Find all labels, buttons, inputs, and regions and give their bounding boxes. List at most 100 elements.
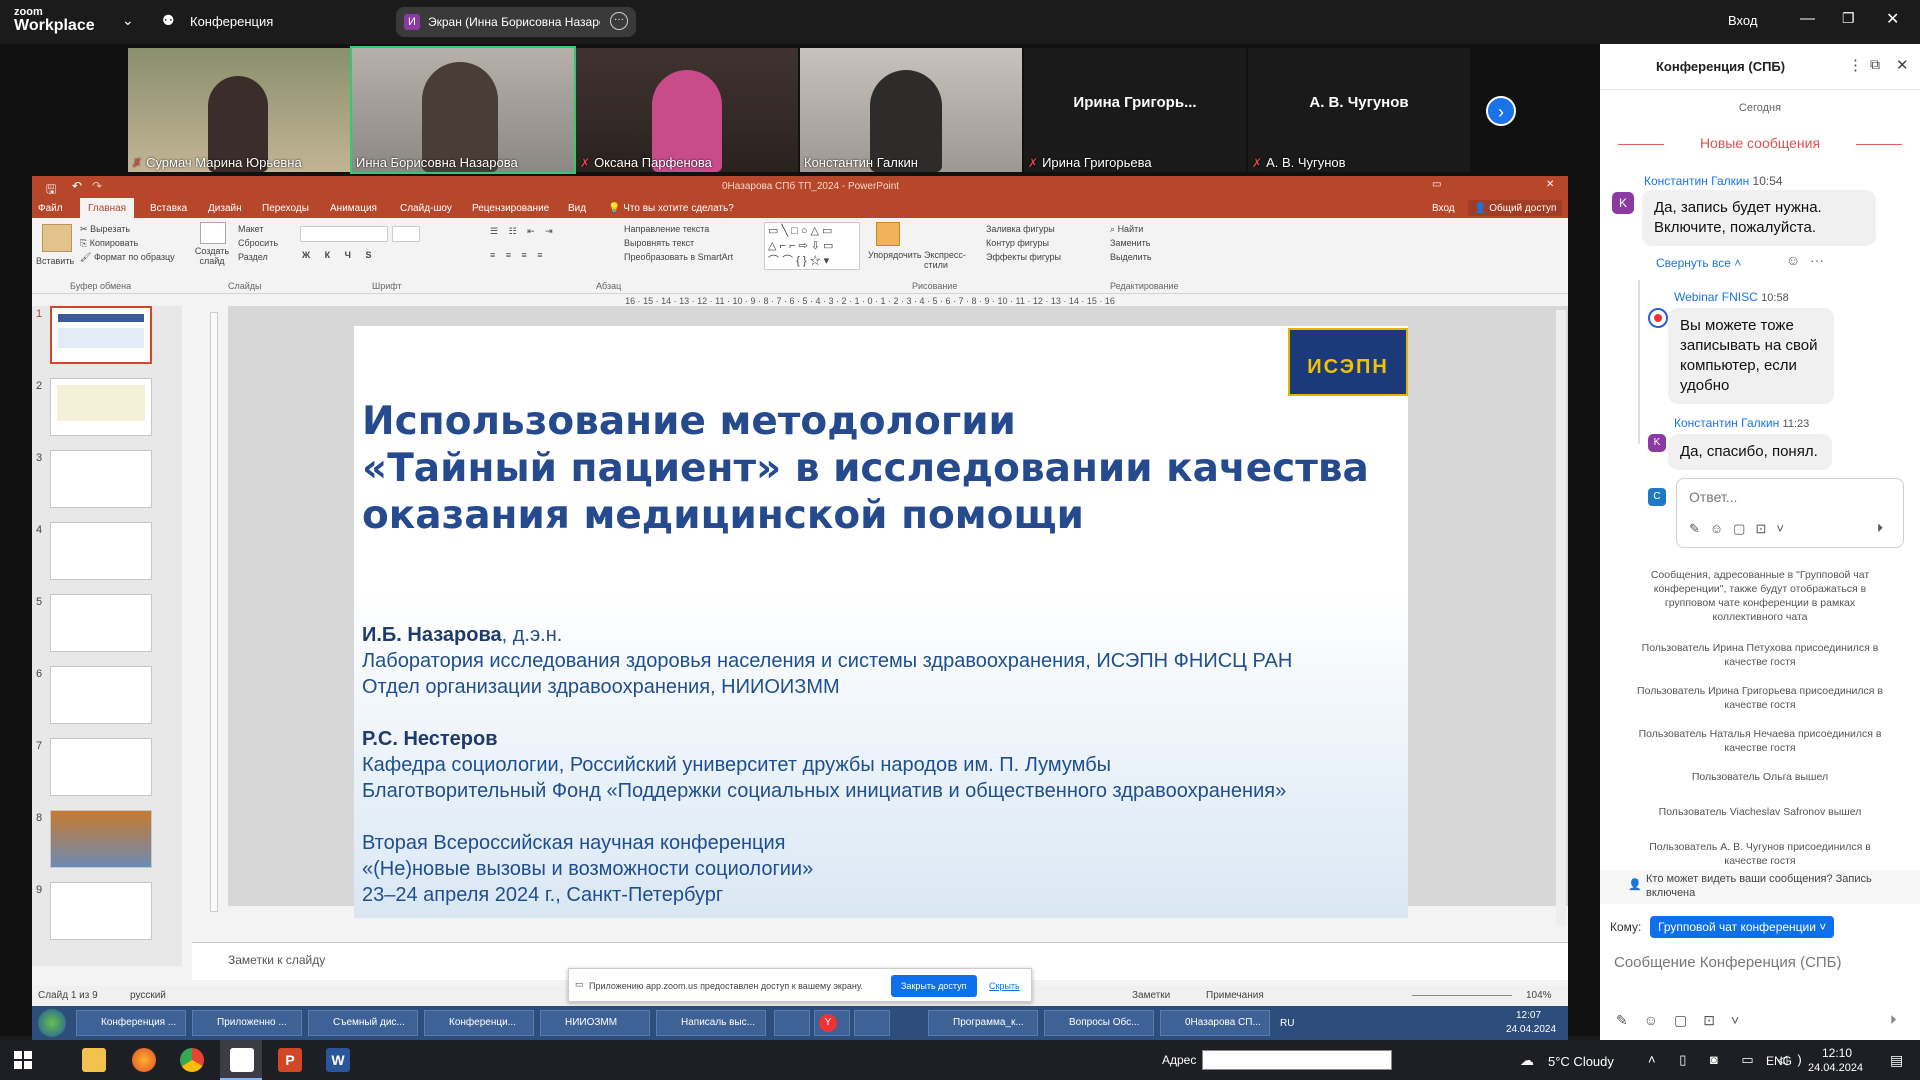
stop-sharing-button[interactable]: Закрыть доступ — [891, 975, 977, 997]
chat-message[interactable]: Да, запись будет нужна. Включите, пожалу… — [1642, 190, 1876, 246]
tray-language[interactable]: ENG — [1766, 1054, 1792, 1068]
taskbar-item[interactable]: НИИОЗММ — [540, 1010, 650, 1036]
menu-file[interactable]: Файл — [38, 203, 63, 214]
who-can-see-bar[interactable]: 👤 Кто может видеть ваши сообщения? Запис… — [1600, 870, 1920, 904]
chat-message[interactable]: Вы можете тоже записывать на свой компью… — [1668, 308, 1834, 404]
notifications-icon[interactable]: ▤ — [1890, 1052, 1903, 1069]
cut-button[interactable]: ✂ Вырезать — [80, 224, 130, 235]
share-indicator[interactable]: И Экран (Инна Борисовна Назаро ··· — [396, 7, 636, 37]
shape-outline-button[interactable]: Контур фигуры — [986, 238, 1049, 248]
address-input[interactable] — [1202, 1050, 1392, 1070]
close-icon[interactable]: ✕ — [1886, 9, 1899, 29]
video-tile-active-speaker[interactable]: Инна Борисовна Назарова — [350, 46, 576, 174]
chrome-icon[interactable] — [180, 1048, 204, 1072]
sign-in-button[interactable]: Вход — [1728, 13, 1757, 28]
taskbar-item[interactable]: Конференци... — [424, 1010, 534, 1036]
reply-input[interactable]: Ответ... — [1689, 489, 1737, 505]
word-icon[interactable]: W — [326, 1048, 350, 1072]
copy-button[interactable]: ⎘ Копировать — [80, 238, 138, 249]
taskbar-item[interactable]: Приложенно ... — [192, 1010, 302, 1036]
list-icons[interactable]: ☰ ☷ ⇤ ⇥ — [490, 226, 557, 237]
message-input[interactable]: Сообщение Конференция (СПБ) — [1614, 954, 1842, 971]
quick-styles-button[interactable]: Экспресс-стили — [924, 250, 968, 270]
slide-thumbnail[interactable] — [50, 810, 152, 868]
vertical-scrollbar[interactable] — [1556, 310, 1566, 926]
ppt-sign-in[interactable]: Вход — [1432, 203, 1455, 214]
more-icon[interactable]: ··· — [610, 12, 628, 30]
more-icon[interactable]: ⋮ — [1848, 56, 1863, 74]
restore-icon[interactable]: ❐ — [1842, 10, 1855, 27]
smartart-button[interactable]: Преобразовать в SmartArt — [624, 252, 733, 262]
taskbar-item[interactable]: Съемный дис... — [308, 1010, 418, 1036]
redo-icon[interactable]: ↷ — [92, 179, 102, 193]
compose-tools-icons[interactable]: ✎☺▢⊡˅ — [1616, 1012, 1755, 1029]
hide-link[interactable]: Скрыть — [989, 981, 1020, 991]
zoom-level[interactable]: 104% — [1526, 990, 1552, 1001]
video-tile[interactable]: ✗ Сурмач Марина Юрьевна — [128, 48, 350, 172]
shape-fill-button[interactable]: Заливка фигуры — [986, 224, 1055, 234]
video-tile[interactable]: А. В. Чугунов ✗ А. В. Чугунов — [1248, 48, 1470, 172]
firefox-icon[interactable] — [132, 1048, 156, 1072]
reply-tools-icons[interactable]: ✎☺▢⊡˅ — [1689, 521, 1794, 537]
slide-thumbnail[interactable] — [50, 738, 152, 796]
slide-thumbnail[interactable] — [50, 450, 152, 508]
tab-slideshow[interactable]: Слайд-шоу — [400, 203, 452, 214]
font-name-input[interactable] — [300, 226, 388, 242]
emoji-icon[interactable]: ☺ — [1786, 252, 1800, 268]
arrange-icon[interactable] — [876, 222, 900, 246]
yandex-icon[interactable]: Y — [814, 1010, 850, 1036]
new-slide-button[interactable]: Создать слайд — [192, 246, 232, 266]
windows-start-icon[interactable] — [14, 1051, 32, 1069]
tab-animation[interactable]: Анимация — [330, 203, 377, 214]
tab-review[interactable]: Рецензирование — [472, 203, 549, 214]
zoom-slider[interactable] — [1412, 995, 1512, 996]
find-button[interactable]: ⌕ Найти — [1110, 224, 1143, 235]
layout-button[interactable]: Макет — [238, 224, 263, 234]
language-status[interactable]: русский — [130, 990, 166, 1001]
taskbar-item[interactable]: 0Назарова СП... — [1160, 1010, 1270, 1036]
paste-icon[interactable] — [42, 224, 72, 252]
taskbar-item[interactable]: Написаль выс... — [656, 1010, 766, 1036]
close-icon[interactable]: ✕ — [1896, 56, 1909, 74]
minimize-icon[interactable]: — — [1800, 10, 1815, 27]
new-slide-icon[interactable] — [200, 222, 226, 244]
close-icon[interactable]: ✕ — [1546, 179, 1554, 190]
weather-text[interactable]: 5°C Cloudy — [1548, 1054, 1614, 1069]
file-explorer-icon[interactable] — [82, 1048, 106, 1072]
shape-effects-button[interactable]: Эффекты фигуры — [986, 252, 1061, 262]
send-icon[interactable]: ⏵ — [1890, 1012, 1897, 1028]
slide-thumbnail[interactable] — [50, 378, 152, 436]
recipient-dropdown[interactable]: Групповой чат конференции ˅ — [1650, 916, 1835, 938]
taskbar-app-icon[interactable] — [854, 1010, 890, 1036]
powerpoint-icon[interactable]: P — [278, 1048, 302, 1072]
paste-button[interactable]: Вставить — [36, 256, 74, 266]
taskbar-item[interactable]: Конференция ... — [76, 1010, 186, 1036]
reply-box[interactable]: Ответ... ✎☺▢⊡˅ ⏵ — [1676, 478, 1904, 548]
tray-language[interactable]: RU — [1280, 1018, 1294, 1029]
slide-thumbnail[interactable] — [50, 666, 152, 724]
tell-me[interactable]: 💡 Что вы хотите сделать? — [608, 203, 734, 214]
weather-icon[interactable]: ☁ — [1520, 1052, 1534, 1069]
video-tile[interactable]: Ирина Григорь... ✗ Ирина Григорьева — [1024, 48, 1246, 172]
slide-thumbnail[interactable] — [50, 522, 152, 580]
start-orb-icon[interactable] — [38, 1009, 66, 1037]
active-app-slot[interactable] — [220, 1040, 262, 1080]
comments-toggle[interactable]: Примечания — [1206, 990, 1264, 1001]
format-painter-button[interactable]: 🖌 Формат по образцу — [80, 252, 175, 263]
collapse-all-link[interactable]: Свернуть все ˄ — [1656, 256, 1741, 270]
font-format-buttons[interactable]: Ж К Ч S — [302, 250, 377, 260]
taskbar-item[interactable]: Вопросы Обс... — [1044, 1010, 1154, 1036]
video-tile[interactable]: Константин Галкин — [800, 48, 1022, 172]
tab-transitions[interactable]: Переходы — [262, 203, 309, 214]
notes-toggle[interactable]: Заметки — [1132, 990, 1170, 1001]
chevron-down-icon[interactable]: ⌄ — [122, 12, 134, 29]
share-button[interactable]: 👤 Общий доступ — [1468, 200, 1563, 216]
tab-insert[interactable]: Вставка — [150, 203, 187, 214]
slide-thumbnail[interactable] — [50, 882, 152, 940]
select-button[interactable]: Выделить — [1110, 252, 1152, 262]
tab-view[interactable]: Вид — [568, 203, 586, 214]
section-button[interactable]: Раздел — [238, 252, 268, 262]
slide-thumbnail-selected[interactable] — [50, 306, 152, 364]
undo-icon[interactable]: ↶ — [72, 179, 82, 193]
text-direction-button[interactable]: Направление текста — [624, 224, 709, 234]
